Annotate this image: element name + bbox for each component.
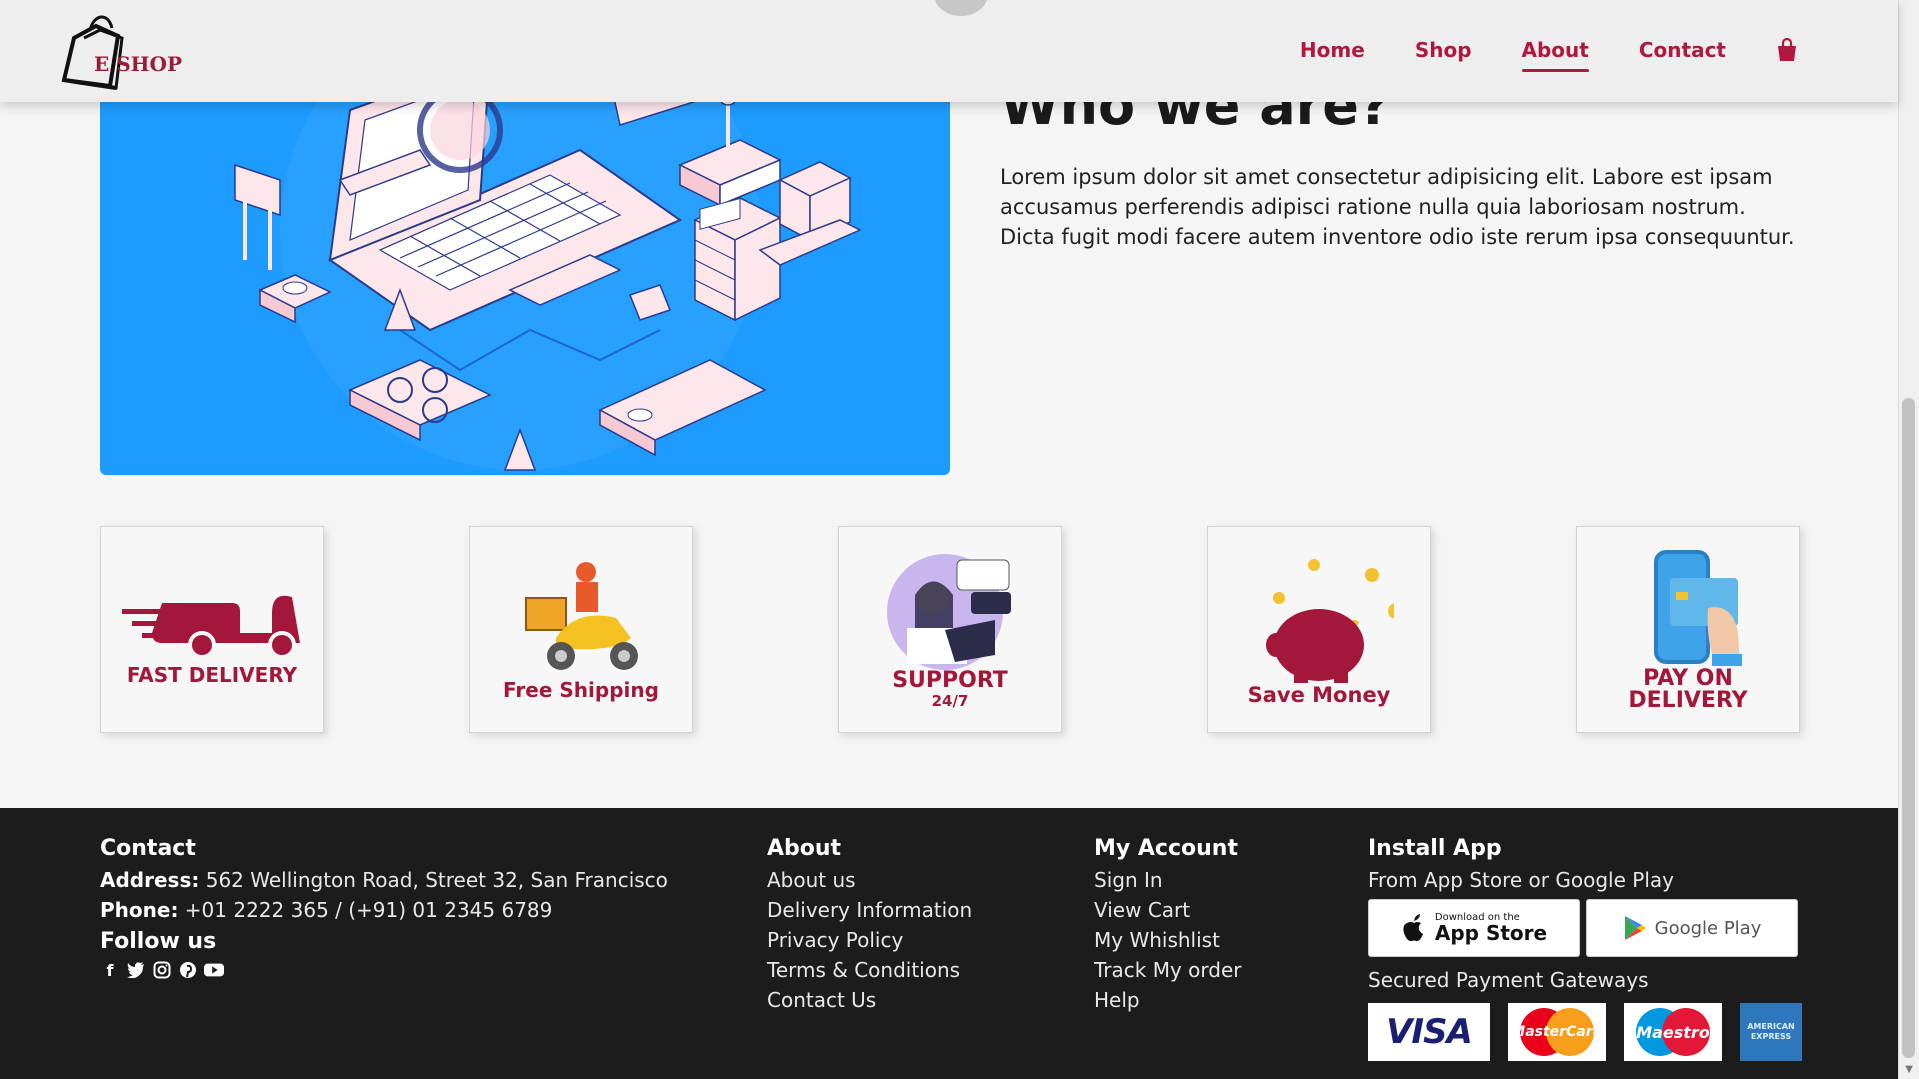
feature-label: Free Shipping xyxy=(503,677,659,702)
page-scrollbar[interactable]: ▼ xyxy=(1898,0,1919,1079)
footer-address: Address: 562 Wellington Road, Street 32,… xyxy=(100,865,668,895)
feature-fast-delivery: FAST DELIVERY xyxy=(100,526,324,733)
app-store-buttons: Download on the App Store Google Play xyxy=(1368,899,1802,957)
follow-heading: Follow us xyxy=(100,929,217,954)
site-footer: Contact Address: 562 Wellington Road, St… xyxy=(0,808,1898,1079)
footer-contact-heading: Contact xyxy=(100,836,196,861)
footer-link-privacy-policy[interactable]: Privacy Policy xyxy=(767,925,972,955)
app-subtitle: From App Store or Google Play xyxy=(1368,868,1674,892)
facebook-icon[interactable]: f xyxy=(100,960,120,980)
footer-link-contact-us[interactable]: Contact Us xyxy=(767,985,972,1015)
social-links: f xyxy=(100,960,668,980)
appstore-text: App Store xyxy=(1434,921,1548,945)
payment-logos: VISA MasterCard Maestro AMERICAN EXPRESS xyxy=(1368,1003,1802,1061)
support-agent-icon xyxy=(887,553,1011,670)
address-label: Address: xyxy=(100,868,200,892)
logo-text: E SHOP xyxy=(94,52,183,76)
shop-logo[interactable] xyxy=(60,8,180,90)
feature-label: FAST DELIVERY xyxy=(126,662,298,687)
pinterest-icon[interactable] xyxy=(178,960,198,980)
features-row: FAST DELIVERY Free Shipping SUPPORT 24/7 xyxy=(100,526,1800,733)
nav-about[interactable]: About xyxy=(1521,38,1590,72)
scrollbar-thumb[interactable] xyxy=(1902,398,1915,1058)
footer-contact: Contact Address: 562 Wellington Road, St… xyxy=(100,836,668,980)
apple-icon xyxy=(1403,914,1423,942)
about-illustration xyxy=(100,70,950,475)
footer-app-heading: Install App xyxy=(1368,836,1502,861)
main-nav: Home Shop About Contact xyxy=(1300,38,1798,72)
scroll-down-arrow-icon[interactable]: ▼ xyxy=(1905,1064,1913,1075)
maestro-logo: Maestro xyxy=(1624,1003,1722,1061)
google-play-button[interactable]: Google Play xyxy=(1586,899,1798,957)
visa-logo: VISA xyxy=(1368,1003,1490,1061)
instagram-icon[interactable] xyxy=(152,960,172,980)
delivery-rider-icon xyxy=(525,561,638,670)
footer-link-sign-in[interactable]: Sign In xyxy=(1094,865,1241,895)
footer-link-track-order[interactable]: Track My order xyxy=(1094,955,1241,985)
site-header: E SHOP Home Shop About Contact xyxy=(0,0,1898,102)
shopping-bag-logo-icon xyxy=(61,15,124,90)
app-store-button[interactable]: Download on the App Store xyxy=(1368,899,1580,957)
nav-shop[interactable]: Shop xyxy=(1415,38,1472,62)
phone-label: Phone: xyxy=(100,898,179,922)
feature-support: SUPPORT 24/7 xyxy=(838,526,1062,733)
feature-label: PAY ON DELIVERY xyxy=(1628,665,1748,713)
footer-link-about-us[interactable]: About us xyxy=(767,865,972,895)
scooter-icon xyxy=(122,595,300,659)
footer-account: My Account Sign In View Cart My Whishlis… xyxy=(1094,836,1241,1015)
footer-about: About About us Delivery Information Priv… xyxy=(767,836,972,1015)
footer-phone: Phone: +01 2222 365 / (+91) 01 2345 6789 xyxy=(100,895,668,925)
mobile-payment-icon xyxy=(1654,549,1742,666)
piggy-bank-icon xyxy=(1266,558,1394,683)
about-text: Lorem ipsum dolor sit amet consectetur a… xyxy=(1000,165,1795,249)
mastercard-logo: MasterCard xyxy=(1508,1003,1606,1061)
address-value: 562 Wellington Road, Street 32, San Fran… xyxy=(205,868,668,892)
nav-contact[interactable]: Contact xyxy=(1639,38,1726,62)
footer-link-delivery-information[interactable]: Delivery Information xyxy=(767,895,972,925)
nav-home[interactable]: Home xyxy=(1300,38,1365,62)
footer-account-heading: My Account xyxy=(1094,836,1238,861)
feature-pay-on-delivery: PAY ON DELIVERY xyxy=(1576,526,1800,733)
footer-link-view-cart[interactable]: View Cart xyxy=(1094,895,1241,925)
footer-install-app: Install App From App Store or Google Pla… xyxy=(1368,836,1802,1061)
youtube-icon[interactable] xyxy=(204,960,224,980)
phone-value: +01 2222 365 / (+91) 01 2345 6789 xyxy=(184,898,553,922)
footer-link-help[interactable]: Help xyxy=(1094,985,1241,1015)
feature-sublabel: 24/7 xyxy=(931,691,969,710)
feature-label: Save Money xyxy=(1247,682,1391,707)
feature-label: SUPPORT xyxy=(892,667,1008,693)
amex-logo: AMERICAN EXPRESS xyxy=(1740,1003,1802,1061)
payments-title: Secured Payment Gateways xyxy=(1368,968,1649,992)
feature-save-money: Save Money xyxy=(1207,526,1431,733)
feature-free-shipping: Free Shipping xyxy=(469,526,693,733)
footer-about-heading: About xyxy=(767,836,842,861)
twitter-icon[interactable] xyxy=(126,960,146,980)
google-play-text: Google Play xyxy=(1654,917,1762,939)
footer-link-terms-conditions[interactable]: Terms & Conditions xyxy=(767,955,972,985)
google-play-icon xyxy=(1624,916,1646,940)
shopping-bag-icon[interactable] xyxy=(1776,38,1798,62)
footer-link-wishlist[interactable]: My Whishlist xyxy=(1094,925,1241,955)
